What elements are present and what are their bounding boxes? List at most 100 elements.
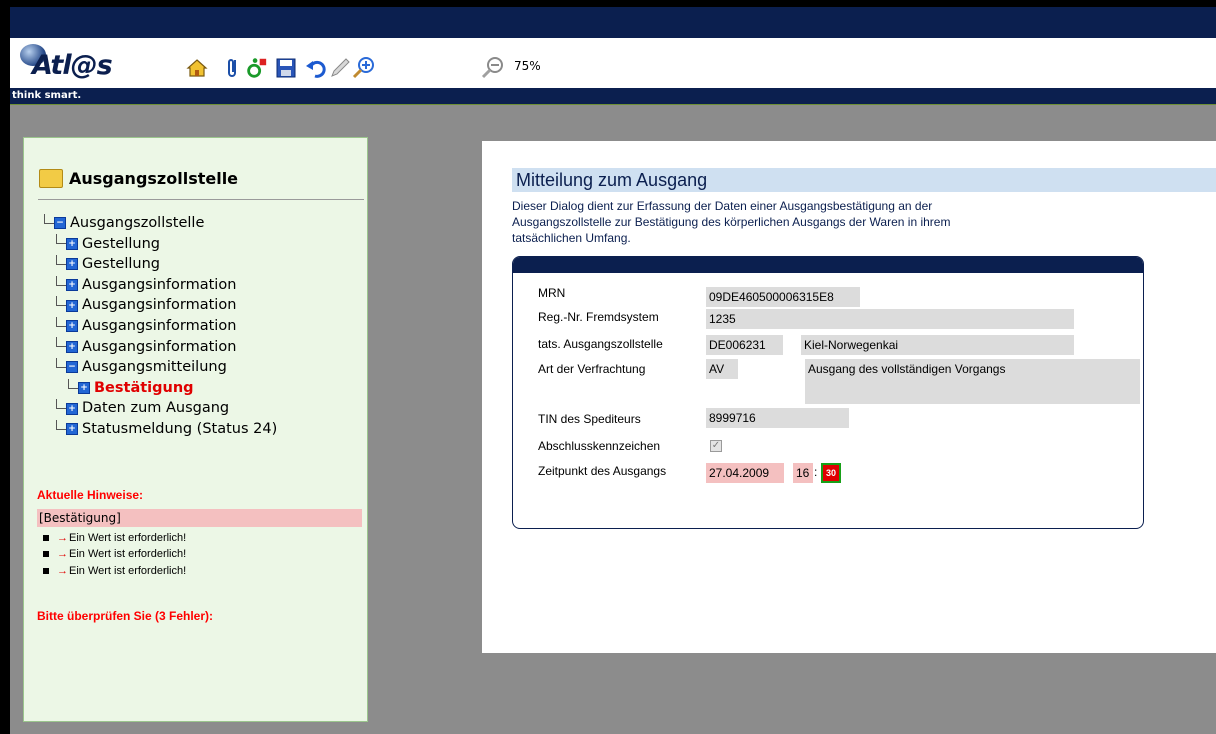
pencil-icon[interactable]	[328, 56, 352, 80]
expand-icon[interactable]: +	[66, 402, 78, 415]
tree-connector	[68, 378, 78, 389]
title-bar	[10, 7, 1216, 38]
tree-item[interactable]: + Daten zum Ausgang	[44, 398, 277, 419]
bullet-icon	[43, 568, 49, 574]
application-window: Atl@s 75% think smart. Ausgangszollstell…	[8, 7, 1216, 734]
tree-item-label: Ausgangszollstelle	[70, 215, 205, 231]
tree-item-label: Ausgangsinformation	[82, 317, 237, 334]
verfrachtung-code-field[interactable]: AV	[706, 359, 738, 379]
tin-label: TIN des Spediteurs	[538, 412, 641, 426]
description-line: Dieser Dialog dient zur Erfassung der Da…	[512, 199, 933, 213]
home-icon[interactable]	[185, 56, 209, 80]
bullet-icon	[43, 535, 49, 541]
tree-connector	[56, 316, 66, 327]
hint-item[interactable]: → Ein Wert ist erforderlich!	[43, 530, 186, 546]
expand-icon[interactable]: +	[66, 299, 78, 312]
verfrachtung-label: Art der Verfrachtung	[538, 362, 646, 376]
tree-item[interactable]: + Ausgangsinformation	[44, 337, 277, 358]
expand-icon[interactable]: +	[66, 279, 78, 292]
tree-connector	[56, 275, 66, 286]
tree-item-label: Gestellung	[82, 256, 160, 273]
description-line: tatsächlichen Umfang.	[512, 231, 631, 245]
expand-icon[interactable]: +	[66, 340, 78, 353]
logo-text: Atl@s	[32, 50, 113, 81]
hint-text: Ein Wert ist erforderlich!	[69, 565, 187, 577]
abschluss-label: Abschlusskennzeichen	[538, 439, 661, 453]
tree-item-label: Daten zum Ausgang	[82, 400, 230, 417]
tree-item-label: Ausgangsinformation	[82, 276, 237, 293]
hint-text: Ein Wert ist erforderlich!	[69, 532, 187, 544]
tagline: think smart.	[12, 90, 82, 101]
arrow-right-icon: →	[57, 532, 68, 544]
tree-connector	[56, 357, 66, 368]
tree-item-label: Gestellung	[82, 235, 160, 252]
zeitpunkt-label: Zeitpunkt des Ausgangs	[538, 464, 667, 478]
mrn-field[interactable]: 09DE460500006315E8	[706, 287, 860, 307]
zollstelle-label: tats. Ausgangszollstelle	[538, 337, 663, 351]
expand-icon[interactable]: +	[78, 382, 90, 395]
tree-connector	[56, 296, 66, 307]
collapse-icon[interactable]: −	[66, 361, 78, 374]
time-separator: :	[814, 465, 818, 479]
page-description: Dieser Dialog dient zur Erfassung der Da…	[512, 198, 1052, 246]
hint-item[interactable]: → Ein Wert ist erforderlich!	[43, 563, 186, 579]
hour-field[interactable]: 16	[793, 463, 813, 483]
hints-title: Aktuelle Hinweise:	[37, 488, 144, 502]
undo-icon[interactable]	[304, 56, 328, 80]
hint-text: Ein Wert ist erforderlich!	[69, 548, 187, 560]
tree-item[interactable]: − Ausgangszollstelle	[44, 213, 277, 234]
tree-item[interactable]: + Ausgangsinformation	[44, 295, 277, 316]
tree-item[interactable]: + Gestellung	[44, 234, 277, 255]
date-field[interactable]: 27.04.2009	[706, 463, 784, 483]
tree-item-label: Ausgangsinformation	[82, 297, 237, 314]
zollstelle-code-field[interactable]: DE006231	[706, 335, 783, 355]
bullet-icon	[43, 551, 49, 557]
zoom-out-icon[interactable]	[481, 56, 505, 80]
tree-connector	[56, 234, 66, 245]
tree-item[interactable]: − Ausgangsmitteilung	[44, 357, 277, 378]
tree-connector	[44, 213, 54, 224]
expand-icon[interactable]: +	[66, 237, 78, 250]
tree-item[interactable]: + Gestellung	[44, 254, 277, 275]
collapse-icon[interactable]: −	[54, 217, 66, 230]
verfrachtung-text-field: Ausgang des vollständigen Vorgangs	[805, 359, 1140, 404]
tree-connector	[56, 254, 66, 265]
arrow-right-icon: →	[57, 548, 68, 560]
description-line: Ausgangszollstelle zur Bestätigung des k…	[512, 215, 951, 229]
sidebar-title-text: Ausgangszollstelle	[69, 169, 239, 188]
error-summary-title: Bitte überprüfen Sie (3 Fehler):	[37, 609, 214, 623]
tin-field[interactable]: 8999716	[706, 408, 849, 428]
tree-item[interactable]: + Statusmeldung (Status 24)	[44, 419, 277, 440]
expand-icon[interactable]: +	[66, 258, 78, 271]
main-panel: Mitteilung zum Ausgang Dieser Dialog die…	[482, 141, 1216, 653]
atlas-logo: Atl@s	[18, 42, 130, 82]
mrn-label: MRN	[538, 286, 566, 300]
tree-connector	[56, 337, 66, 348]
paperclip-icon[interactable]	[221, 56, 245, 80]
reg-field[interactable]: 1235	[706, 309, 1074, 329]
form-card-header	[513, 257, 1143, 273]
tree-item[interactable]: + Bestätigung	[44, 378, 277, 399]
save-icon[interactable]	[274, 56, 298, 80]
tree-item-label: Bestätigung	[94, 379, 194, 396]
accessibility-icon[interactable]	[244, 56, 268, 80]
reg-label: Reg.-Nr. Fremdsystem	[538, 310, 659, 324]
zoom-in-icon[interactable]	[352, 56, 376, 80]
abschluss-checkbox[interactable]: ✓	[710, 440, 722, 452]
navigation-tree: − Ausgangszollstelle + Gestellung + Gestellun…	[44, 213, 277, 440]
tree-item[interactable]: + Ausgangsinformation	[44, 275, 277, 296]
sidebar-title: Ausgangszollstelle	[39, 169, 238, 188]
expand-icon[interactable]: +	[66, 320, 78, 333]
tree-item[interactable]: + Ausgangsinformation	[44, 316, 277, 337]
tree-connector	[56, 399, 66, 410]
tree-item-label: Statusmeldung (Status 24)	[82, 420, 278, 437]
tagline-bar: think smart.	[10, 88, 1216, 105]
hint-item[interactable]: → Ein Wert ist erforderlich!	[43, 546, 186, 562]
navigation-sidebar: Ausgangszollstelle − Ausgangszollstelle + G…	[23, 137, 368, 722]
tree-item-label: Ausgangsmitteilung	[82, 359, 227, 376]
minute-field[interactable]: 30	[821, 463, 841, 483]
zollstelle-name-field: Kiel-Norwegenkai	[801, 335, 1074, 355]
expand-icon[interactable]: +	[66, 423, 78, 436]
divider	[38, 199, 364, 200]
folder-icon	[39, 169, 63, 188]
